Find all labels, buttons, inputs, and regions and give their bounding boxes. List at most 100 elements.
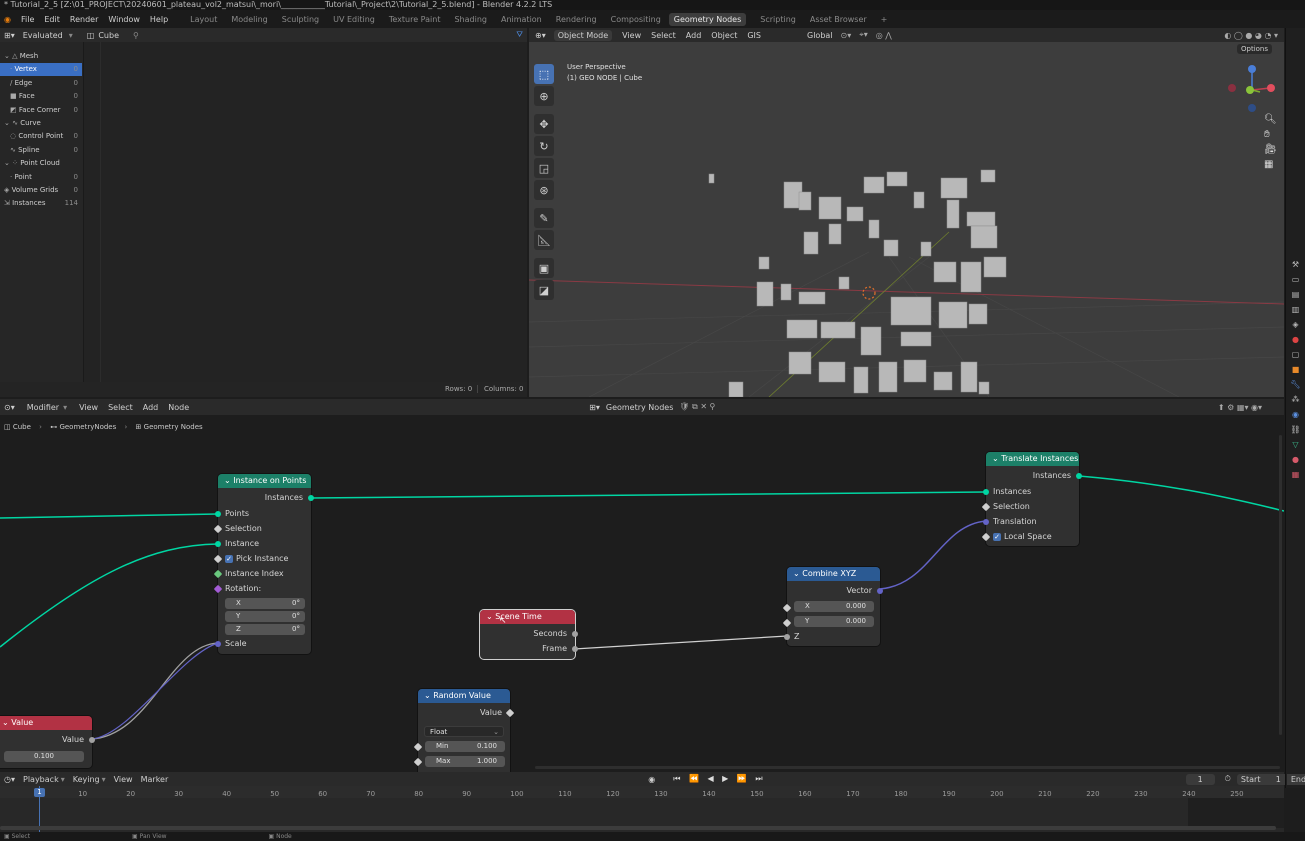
node-menu-view[interactable]: View xyxy=(79,403,98,412)
tree-item[interactable]: ⇲ Instances 114 xyxy=(0,197,82,210)
node-editor-canvas[interactable]: ◫ Cube › ⊷ GeometryNodes › ⊞ Geometry No… xyxy=(0,415,1284,772)
tree-item[interactable]: ◩ Face Corner 0 xyxy=(0,104,82,117)
editor-type-icon[interactable]: ⊞▾ xyxy=(4,31,15,40)
render-properties-icon[interactable]: ▭ xyxy=(1292,275,1300,284)
pan-hand-icon[interactable]: ✋︎ xyxy=(1264,129,1277,140)
measure-tool-icon[interactable]: 📐︎ xyxy=(534,230,554,250)
timeline-menu-keying[interactable]: Keying xyxy=(73,775,100,784)
add-workspace-icon[interactable]: + xyxy=(881,15,888,24)
tab-layout[interactable]: Layout xyxy=(190,15,217,24)
tab-asset-browser[interactable]: Asset Browser xyxy=(810,15,867,24)
timeline-editor-type-icon[interactable]: ◷▾ xyxy=(4,775,15,784)
menu-file[interactable]: File xyxy=(21,15,34,24)
rotation-y-field[interactable]: Y 0° xyxy=(225,611,305,622)
stopwatch-icon[interactable]: ⏱ xyxy=(1225,774,1231,784)
output-properties-icon[interactable]: ▤ xyxy=(1292,290,1300,299)
node-header[interactable]: ⌄ Instance on Points xyxy=(218,474,311,488)
scale-tool-icon[interactable]: ◲ xyxy=(534,158,554,178)
node-header[interactable]: ⌄ Value xyxy=(0,716,92,730)
tab-texture-paint[interactable]: Texture Paint xyxy=(389,15,441,24)
tree-item[interactable]: · Point 0 xyxy=(0,171,82,184)
spreadsheet-object[interactable]: Cube xyxy=(98,31,119,40)
input-instances-socket[interactable] xyxy=(983,489,989,495)
node-header[interactable]: ⌄ Translate Instances xyxy=(986,452,1079,466)
input-z-socket[interactable] xyxy=(784,634,790,640)
node-scene-time[interactable]: ⌄ Scene Time Seconds Frame xyxy=(480,610,578,659)
node-menu-add[interactable]: Add xyxy=(143,403,159,412)
playback-controls[interactable]: ⏮ ⏪ ◀ ▶ ⏩ ⏭ xyxy=(673,774,765,784)
node-translate-instances[interactable]: ⌄ Translate Instances Instances Instance… xyxy=(981,452,1082,546)
tree-item[interactable]: ■ Face 0 xyxy=(0,90,82,103)
end-frame-field[interactable]: End 240 xyxy=(1286,773,1305,785)
output-instances-socket[interactable] xyxy=(308,495,314,501)
viewport-menu-add[interactable]: Add xyxy=(686,31,702,40)
max-field[interactable]: Max 1.000 xyxy=(425,756,505,767)
node-instance-on-points[interactable]: ⌄ Instance on Points Instances Points Se… xyxy=(213,474,314,654)
input-instance-socket[interactable] xyxy=(215,541,221,547)
object-properties-icon[interactable]: ■ xyxy=(1292,365,1300,374)
move-tool-icon[interactable]: ✥ xyxy=(534,114,554,134)
tree-item[interactable]: ⌄ △ Mesh xyxy=(0,50,82,63)
rotation-x-field[interactable]: X 0° xyxy=(225,598,305,609)
viewport-editor-type-icon[interactable]: ⊕▾ xyxy=(535,31,546,40)
select-box-tool-icon[interactable]: ⬚ xyxy=(534,64,554,84)
node-context-dropdown[interactable]: Modifier xyxy=(27,403,59,412)
pin-icon[interactable]: ⚲ xyxy=(133,31,139,40)
rotation-z-field[interactable]: Z 0° xyxy=(225,624,305,635)
shading-mode-icons[interactable]: ◐ ◯ ● ◕ ◔ ▾ xyxy=(1224,31,1278,40)
material-icon[interactable]: ● xyxy=(1292,455,1299,464)
tab-rendering[interactable]: Rendering xyxy=(556,15,597,24)
cursor-tool-icon[interactable]: ⊕ xyxy=(534,86,554,106)
timeline-menu-view[interactable]: View xyxy=(114,775,133,784)
menu-help[interactable]: Help xyxy=(150,15,168,24)
tree-item[interactable]: ∿ Spline 0 xyxy=(0,144,82,157)
zoom-icon[interactable]: 🔍︎ xyxy=(1264,114,1277,125)
evaluation-mode-dropdown[interactable]: Evaluated xyxy=(23,31,63,40)
tab-animation[interactable]: Animation xyxy=(501,15,542,24)
start-frame-field[interactable]: Start 1 xyxy=(1236,773,1285,785)
node-combine-xyz[interactable]: ⌄ Combine XYZ Vector X 0.000 Y 0.000 Z xyxy=(782,567,883,646)
gis-menu[interactable]: GIS xyxy=(747,31,761,40)
input-translation-socket[interactable] xyxy=(983,519,989,525)
output-instances-socket[interactable] xyxy=(1076,473,1082,479)
menu-edit[interactable]: Edit xyxy=(44,15,60,24)
data-type-dropdown[interactable]: Float ⌄ xyxy=(424,726,504,737)
local-space-checkbox[interactable]: ✓ Local Space xyxy=(993,532,1052,541)
menu-window[interactable]: Window xyxy=(108,15,140,24)
tab-scripting[interactable]: Scripting xyxy=(760,15,796,24)
node-header[interactable]: ⌄ Combine XYZ xyxy=(787,567,880,581)
node-overlay-icons[interactable]: ⬆ ⚙ ▦▾ ◉▾ xyxy=(1218,403,1262,412)
horizontal-scrollbar[interactable] xyxy=(535,766,1280,769)
viewport-menu-view[interactable]: View xyxy=(622,31,641,40)
input-scale-socket[interactable] xyxy=(215,641,221,647)
vertical-scrollbar[interactable] xyxy=(1279,435,1282,735)
min-field[interactable]: Min 0.100 xyxy=(425,741,505,752)
current-frame-field[interactable]: 1 xyxy=(1185,773,1215,785)
scene-properties-icon[interactable]: ◈ xyxy=(1292,320,1298,329)
object-mode-dropdown[interactable]: Object Mode xyxy=(553,29,613,41)
node-value[interactable]: ⌄ Value Value 0.100 xyxy=(0,716,95,768)
menu-render[interactable]: Render xyxy=(70,15,98,24)
3d-viewport[interactable]: User Perspective (1) GEO NODE | Cube ⬚ ⊕… xyxy=(529,42,1284,397)
pivot-icon[interactable]: ⊙▾ xyxy=(841,31,852,40)
value-field[interactable]: 0.100 xyxy=(4,751,84,762)
tab-uv-editing[interactable]: UV Editing xyxy=(333,15,375,24)
x-field[interactable]: X 0.000 xyxy=(794,601,874,612)
tab-sculpting[interactable]: Sculpting xyxy=(282,15,319,24)
texture-icon[interactable]: ▦ xyxy=(1292,470,1300,479)
output-frame-socket[interactable] xyxy=(572,646,578,652)
snap-icon[interactable]: ⌖▾ xyxy=(859,30,868,40)
tree-item[interactable]: · Vertex 0 xyxy=(0,63,82,77)
input-points-socket[interactable] xyxy=(215,511,221,517)
modifier-properties-icon[interactable]: 🔧︎ xyxy=(1290,380,1300,389)
navigation-gizmo[interactable] xyxy=(1224,62,1284,117)
pick-instance-checkbox[interactable]: ✓ Pick Instance xyxy=(225,554,288,563)
tree-item[interactable]: ◌ Control Point 0 xyxy=(0,130,82,143)
tool-properties-icon[interactable]: ⚒ xyxy=(1292,260,1299,269)
physics-icon[interactable]: ◉ xyxy=(1292,410,1299,419)
node-menu-node[interactable]: Node xyxy=(168,403,189,412)
filter-icon[interactable]: ⛛ xyxy=(516,30,523,40)
proportional-edit-icon[interactable]: ◎ ⋀ xyxy=(876,31,892,40)
add-object-tool-icon[interactable]: ◪ xyxy=(534,280,554,300)
node-random-value[interactable]: ⌄ Random Value Value Float ⌄ Min 0.100 Max… xyxy=(413,689,515,772)
